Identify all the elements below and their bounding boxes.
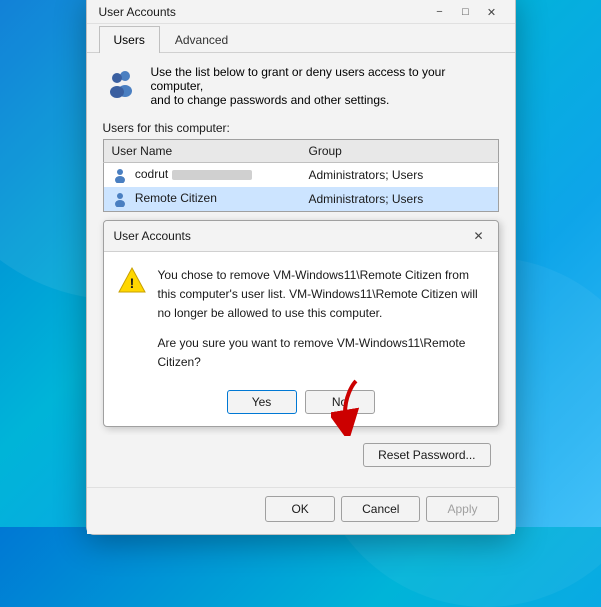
no-button[interactable]: No xyxy=(305,390,375,414)
bottom-buttons-row: Reset Password... xyxy=(103,435,499,475)
close-button[interactable]: ✕ xyxy=(481,1,503,23)
user-accounts-window: User Accounts − □ ✕ Users Advanced xyxy=(86,0,516,535)
main-content: Use the list below to grant or deny user… xyxy=(87,53,515,487)
title-bar-controls: − □ ✕ xyxy=(429,1,503,23)
minimize-button[interactable]: − xyxy=(429,1,451,23)
info-line2: and to change passwords and other settin… xyxy=(151,93,390,107)
user-name-cell: Remote Citizen xyxy=(103,187,301,212)
warning-icon: ! xyxy=(118,266,146,294)
user-icon xyxy=(112,191,128,207)
confirm-dialog: User Accounts ✕ ! You chose to remove VM… xyxy=(103,220,499,427)
users-svg-icon xyxy=(103,65,139,101)
table-row[interactable]: Remote Citizen Administrators; Users xyxy=(103,187,498,212)
confirm-title-bar: User Accounts ✕ xyxy=(104,221,498,252)
user-group-cell: Administrators; Users xyxy=(301,187,499,212)
confirm-close-button[interactable]: ✕ xyxy=(470,227,488,245)
col-header-username: User Name xyxy=(103,140,301,163)
confirm-message-part2: Are you sure you want to remove VM-Windo… xyxy=(158,334,484,372)
tab-advanced[interactable]: Advanced xyxy=(160,26,243,53)
user-name-cell: codrut xyxy=(103,163,301,188)
cancel-button[interactable]: Cancel xyxy=(341,496,420,522)
info-text: Use the list below to grant or deny user… xyxy=(151,65,499,107)
tab-users[interactable]: Users xyxy=(99,26,160,53)
confirm-dialog-title: User Accounts xyxy=(114,229,191,243)
user-table: User Name Group codrut Administrators; U… xyxy=(103,139,499,212)
apply-button[interactable]: Apply xyxy=(426,496,498,522)
confirm-buttons: Yes No xyxy=(104,382,498,426)
user-icon xyxy=(112,167,128,183)
reset-password-button[interactable]: Reset Password... xyxy=(363,443,490,467)
title-bar: User Accounts − □ ✕ xyxy=(87,0,515,24)
info-line1: Use the list below to grant or deny user… xyxy=(151,65,446,93)
section-label: Users for this computer: xyxy=(103,121,499,135)
svg-text:!: ! xyxy=(129,275,134,291)
confirm-body: ! You chose to remove VM-Windows11\Remot… xyxy=(104,252,498,382)
col-header-group: Group xyxy=(301,140,499,163)
yes-button[interactable]: Yes xyxy=(227,390,297,414)
info-row: Use the list below to grant or deny user… xyxy=(103,65,499,107)
maximize-button[interactable]: □ xyxy=(455,1,477,23)
ok-button[interactable]: OK xyxy=(265,496,335,522)
user-group-cell: Administrators; Users xyxy=(301,163,499,188)
users-graphic-icon xyxy=(103,65,139,101)
tabs-row: Users Advanced xyxy=(87,26,515,53)
confirm-message: You chose to remove VM-Windows11\Remote … xyxy=(158,266,484,372)
blurred-password xyxy=(172,170,252,180)
window-title: User Accounts xyxy=(99,5,176,19)
table-row[interactable]: codrut Administrators; Users xyxy=(103,163,498,188)
title-bar-left: User Accounts xyxy=(99,5,176,19)
confirm-message-part1: You chose to remove VM-Windows11\Remote … xyxy=(158,266,484,324)
